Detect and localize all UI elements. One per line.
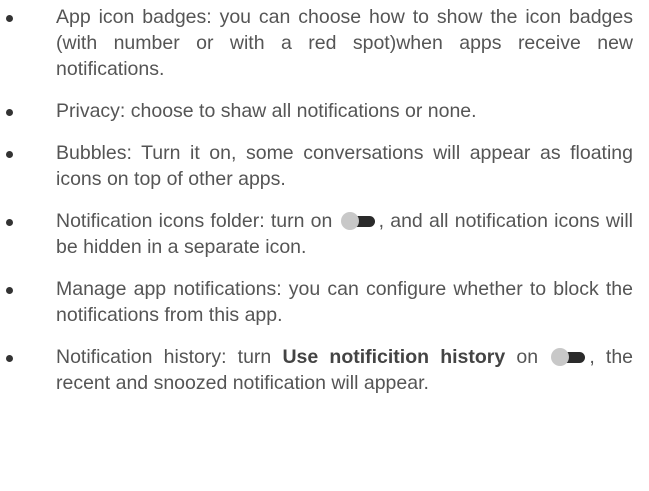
item-text: App icon badges: you can choose how to s… — [56, 6, 633, 80]
list-item-bubbles: Bubbles: Turn it on, some conversations … — [0, 140, 641, 192]
toggle-switch-icon — [551, 348, 587, 366]
bullet-icon — [6, 109, 13, 116]
item-text-middle: on — [505, 346, 539, 368]
toggle-switch-icon — [340, 212, 377, 230]
item-text: Manage app notifications: you can config… — [56, 278, 633, 326]
item-text-before: Notification icons folder: turn on — [56, 210, 333, 232]
list-item-privacy: Privacy: choose to shaw all notification… — [0, 98, 641, 124]
bullet-icon — [6, 355, 13, 362]
bullet-list: App icon badges: you can choose how to s… — [0, 4, 641, 396]
list-item-notification-icons-folder: Notification icons folder: turn on , and… — [0, 208, 641, 260]
item-text: Privacy: choose to shaw all notification… — [56, 100, 477, 122]
item-text-before: Notification history: turn — [56, 346, 283, 368]
bullet-icon — [6, 287, 13, 294]
bullet-icon — [6, 15, 13, 22]
list-item-app-icon-badges: App icon badges: you can choose how to s… — [0, 4, 641, 82]
document-page: App icon badges: you can choose how to s… — [0, 0, 649, 491]
bullet-icon — [6, 151, 13, 158]
bullet-icon — [6, 219, 13, 226]
item-text: Bubbles: Turn it on, some conversations … — [56, 142, 633, 190]
list-item-notification-history: Notification history: turn Use notificit… — [0, 344, 641, 396]
list-item-manage-app-notifications: Manage app notifications: you can config… — [0, 276, 641, 328]
item-bold-text: Use notificition history — [282, 346, 506, 368]
